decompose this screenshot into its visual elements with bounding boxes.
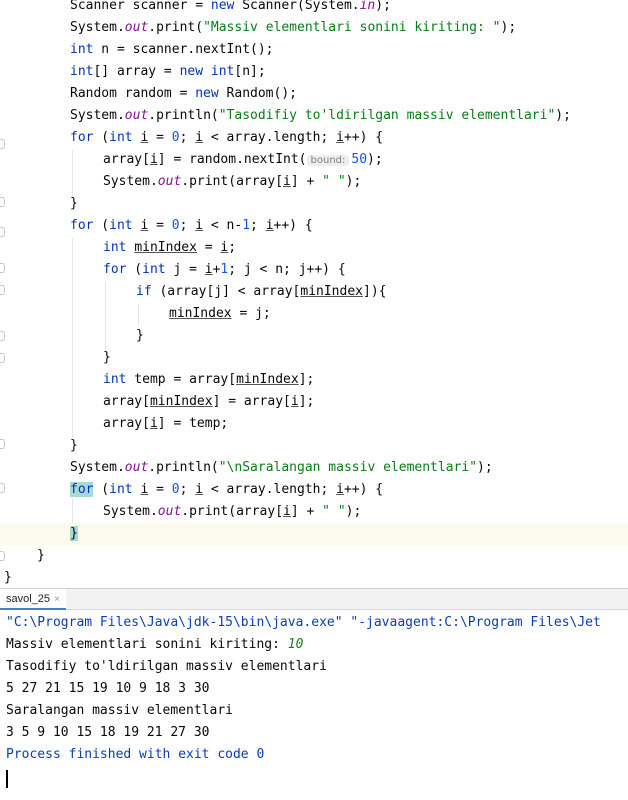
code-line[interactable]: } (37, 545, 45, 567)
console-output-line: 5 27 21 15 19 10 9 18 3 30 (6, 681, 210, 696)
close-icon[interactable]: × (54, 594, 60, 605)
code-line[interactable]: } (70, 435, 78, 457)
console-command-line: "C:\Program Files\Java\jdk-15\bin\java.e… (6, 615, 601, 630)
fold-marker-icon[interactable] (0, 285, 5, 295)
fold-marker-icon[interactable] (0, 197, 5, 207)
console-output-line: 3 5 9 10 15 18 19 21 27 30 (6, 725, 210, 740)
code-line-current[interactable]: } (0, 523, 628, 545)
code-line[interactable]: Scanner scanner = new Scanner(System.in)… (70, 0, 391, 17)
code-line[interactable]: for (int i = 0; i < array.length; i++) { (70, 479, 383, 501)
code-line[interactable]: System.out.print(array[i] + " "); (103, 171, 361, 193)
code-editor[interactable]: Scanner scanner = new Scanner(System.in)… (0, 0, 628, 588)
fold-gutter (0, 0, 8, 588)
run-tab-bar: savol_25 × (0, 588, 628, 610)
code-line[interactable]: } (70, 193, 78, 215)
code-line[interactable]: for (int i = 0; i < n-1; i++) { (70, 215, 313, 237)
console-exit-message: Process finished with exit code 0 (6, 747, 265, 762)
code-line[interactable]: Random random = new Random(); (70, 83, 297, 105)
indent-guide (105, 282, 106, 352)
code-line[interactable]: } (103, 347, 111, 369)
code-line[interactable]: System.out.print("Massiv elementlari son… (70, 17, 516, 39)
code-line[interactable]: System.out.println("Tasodifiy to'ldirilg… (70, 105, 571, 127)
indent-guide (138, 304, 139, 326)
code-line[interactable]: for (int j = i+1; j < n; j++) { (103, 259, 346, 281)
code-line[interactable]: } (4, 567, 12, 588)
fold-marker-icon[interactable] (0, 439, 5, 449)
code-line[interactable]: array[i] = random.nextInt(bound: 50); (103, 149, 383, 171)
code-line[interactable]: System.out.println("\nSaralangan massiv … (70, 457, 493, 479)
parameter-hint: bound: (306, 155, 350, 166)
run-console[interactable]: "C:\Program Files\Java\jdk-15\bin\java.e… (0, 612, 628, 800)
fold-marker-icon[interactable] (0, 331, 5, 341)
code-line[interactable]: System.out.print(array[i] + " "); (103, 501, 361, 523)
console-output-line: Massiv elementlari sonini kiriting: 10 (6, 637, 304, 652)
fold-marker-icon[interactable] (0, 227, 5, 237)
code-line[interactable]: array[i] = temp; (103, 413, 228, 435)
code-line[interactable]: for (int i = 0; i < array.length; i++) { (70, 127, 383, 149)
code-line[interactable]: array[minIndex] = array[i]; (103, 391, 314, 413)
fold-marker-icon[interactable] (0, 551, 5, 561)
code-line[interactable]: int temp = array[minIndex]; (103, 369, 314, 391)
console-caret (6, 770, 8, 788)
code-line[interactable]: minIndex = j; (169, 303, 271, 325)
code-line[interactable]: int n = scanner.nextInt(); (70, 39, 274, 61)
run-tab-label: savol_25 (6, 593, 51, 605)
code-line[interactable]: } (136, 325, 144, 347)
code-line[interactable]: if (array[j] < array[minIndex]){ (136, 281, 386, 303)
code-line[interactable]: int minIndex = i; (103, 237, 236, 259)
console-user-input: 10 (287, 637, 304, 652)
indent-guide (72, 150, 73, 196)
fold-marker-icon[interactable] (0, 483, 5, 493)
indent-guide (72, 238, 73, 438)
fold-marker-icon[interactable] (0, 353, 5, 363)
code-line[interactable]: int[] array = new int[n]; (70, 61, 266, 83)
console-output-line: Tasodifiy to'ldirilgan massiv elementlar… (6, 659, 327, 674)
fold-marker-icon[interactable] (0, 263, 5, 273)
fold-marker-icon[interactable] (0, 139, 5, 149)
run-tab[interactable]: savol_25 × (0, 589, 66, 610)
console-output-line: Saralangan massiv elementlari (6, 703, 233, 718)
